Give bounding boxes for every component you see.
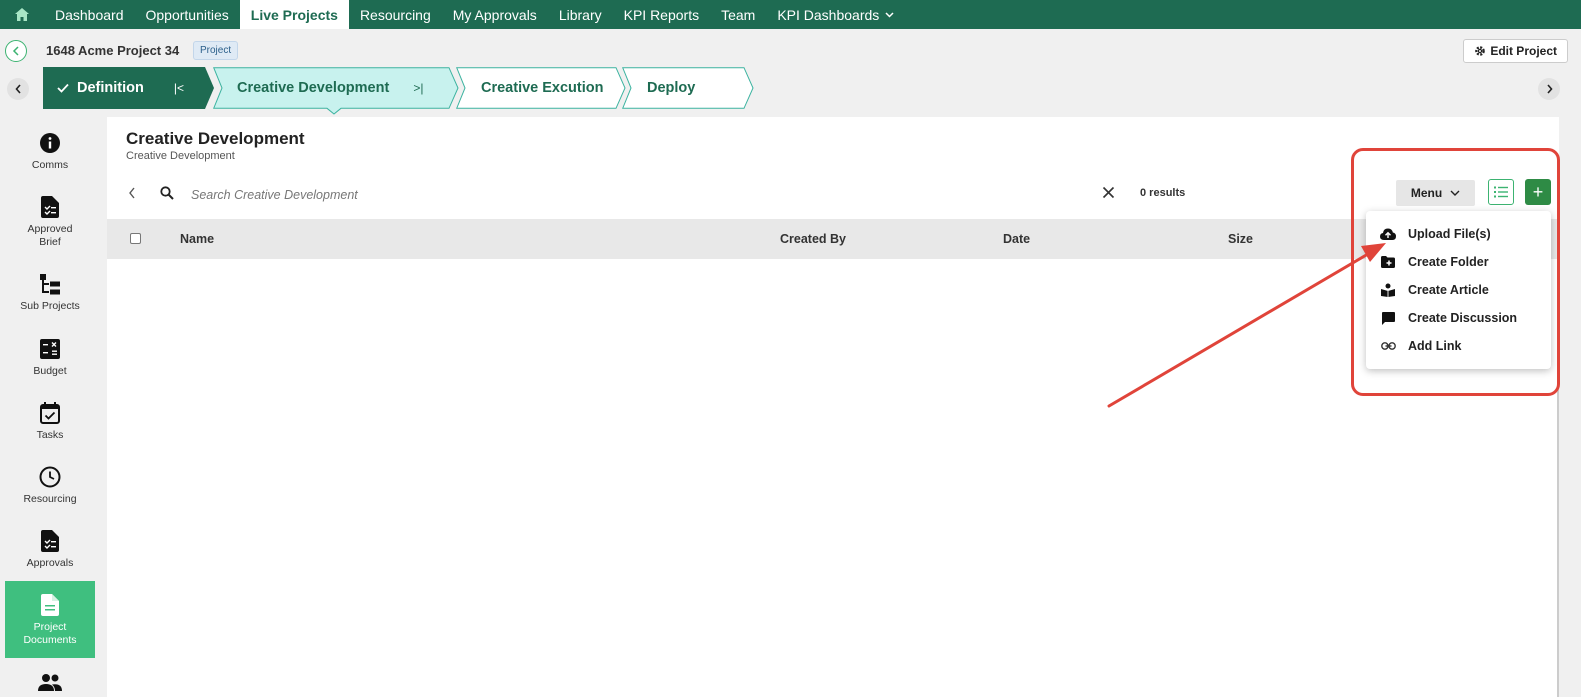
nav-kpi-dashboards-label: KPI Dashboards bbox=[777, 6, 880, 23]
sidebar-label: Project Documents bbox=[23, 621, 77, 646]
page-subtitle: Creative Development bbox=[126, 150, 235, 162]
sidebar-label: Tasks bbox=[36, 429, 64, 441]
nav-library[interactable]: Library bbox=[548, 0, 613, 29]
stage-creative-development[interactable]: Creative Development >| bbox=[213, 67, 460, 115]
nav-live-projects[interactable]: Live Projects bbox=[239, 0, 349, 29]
stage-definition[interactable]: Definition |< bbox=[43, 67, 215, 109]
chevron-right-icon bbox=[1546, 84, 1553, 94]
column-name[interactable]: Name bbox=[180, 232, 214, 246]
sidebar-item-approved-brief[interactable]: Approved Brief bbox=[5, 195, 95, 249]
stage-prev-button[interactable] bbox=[7, 78, 29, 100]
sidebar-item-sub-projects[interactable]: Sub Projects bbox=[5, 272, 95, 313]
nav-resourcing[interactable]: Resourcing bbox=[349, 0, 442, 29]
annotation-highlight-box bbox=[1351, 148, 1560, 396]
expand-right-icon[interactable]: >| bbox=[413, 81, 423, 95]
nav-team[interactable]: Team bbox=[710, 0, 766, 29]
sidebar-label: Comms bbox=[31, 159, 69, 171]
table-header: Name Created By Date Size bbox=[107, 219, 1559, 259]
approval-doc-icon bbox=[41, 529, 59, 553]
sidebar-item-tasks[interactable]: Tasks bbox=[5, 401, 95, 442]
stage-creative-excution[interactable]: Creative Excution bbox=[456, 67, 627, 109]
sidebar-item-project-documents[interactable]: Project Documents bbox=[5, 581, 95, 658]
chevron-left-icon[interactable] bbox=[128, 186, 136, 204]
nav-dashboard[interactable]: Dashboard bbox=[44, 0, 135, 29]
project-title: 1648 Acme Project 34 bbox=[46, 43, 180, 58]
sidebar-label: Approved Brief bbox=[27, 223, 73, 248]
project-badge: Project bbox=[193, 41, 239, 60]
sidebar-item-budget[interactable]: Budget bbox=[5, 337, 95, 378]
chevron-down-icon bbox=[885, 11, 894, 18]
stage-creative-development-label: Creative Development bbox=[237, 80, 390, 96]
column-size[interactable]: Size bbox=[1228, 232, 1253, 246]
nav-my-approvals[interactable]: My Approvals bbox=[442, 0, 548, 29]
stage-bar: Definition |< Creative Development >| Cr… bbox=[0, 67, 1581, 115]
search-toolbar: 0 results Menu + bbox=[107, 179, 1559, 211]
search-input[interactable] bbox=[191, 184, 691, 206]
results-count: 0 results bbox=[1140, 187, 1186, 199]
sidebar-item-approvals[interactable]: Approvals bbox=[5, 529, 95, 570]
nav-opportunities[interactable]: Opportunities bbox=[135, 0, 240, 29]
project-header: 1648 Acme Project 34 Project Edit Projec… bbox=[0, 29, 1581, 67]
left-sidebar: Comms Approved Brief Sub Projects Budget… bbox=[0, 117, 100, 697]
nav-kpi-reports[interactable]: KPI Reports bbox=[613, 0, 710, 29]
edit-project-label: Edit Project bbox=[1490, 44, 1557, 58]
page-title: Creative Development bbox=[126, 129, 305, 148]
brief-doc-icon bbox=[41, 195, 59, 219]
sidebar-label: Budget bbox=[33, 365, 67, 377]
clear-search-icon[interactable] bbox=[1102, 186, 1115, 204]
people-icon bbox=[38, 670, 62, 694]
search-icon bbox=[160, 186, 174, 205]
document-icon bbox=[41, 593, 59, 617]
tree-icon bbox=[39, 272, 61, 296]
check-icon bbox=[57, 83, 69, 93]
home-icon[interactable] bbox=[0, 0, 44, 29]
stage-creative-excution-label: Creative Excution bbox=[481, 80, 604, 96]
sidebar-item-team[interactable] bbox=[5, 670, 95, 697]
clock-icon bbox=[39, 465, 61, 489]
top-nav: Dashboard Opportunities Live Projects Re… bbox=[0, 0, 1581, 29]
sidebar-label: Resourcing bbox=[23, 493, 77, 505]
chevron-left-icon bbox=[14, 84, 21, 94]
gear-icon bbox=[1475, 46, 1486, 56]
collapse-left-icon[interactable]: |< bbox=[174, 81, 184, 95]
info-icon bbox=[39, 131, 61, 155]
main-panel: Creative Development Creative Developmen… bbox=[107, 117, 1559, 697]
sidebar-label: Sub Projects bbox=[20, 300, 80, 312]
chevron-left-icon bbox=[12, 46, 19, 56]
calendar-check-icon bbox=[40, 401, 60, 425]
back-button[interactable] bbox=[5, 40, 27, 62]
stage-deploy[interactable]: Deploy bbox=[622, 67, 755, 109]
nav-kpi-dashboards[interactable]: KPI Dashboards bbox=[766, 0, 905, 29]
edit-project-button[interactable]: Edit Project bbox=[1463, 39, 1568, 63]
sidebar-item-resourcing[interactable]: Resourcing bbox=[5, 465, 95, 506]
stage-deploy-label: Deploy bbox=[647, 80, 696, 96]
stage-definition-label: Definition bbox=[77, 80, 144, 96]
sidebar-item-comms[interactable]: Comms bbox=[5, 131, 95, 172]
column-created-by[interactable]: Created By bbox=[780, 232, 846, 246]
select-all-checkbox[interactable] bbox=[130, 233, 141, 244]
column-date[interactable]: Date bbox=[1003, 232, 1030, 246]
calculator-icon bbox=[40, 337, 60, 361]
stage-next-button[interactable] bbox=[1538, 78, 1560, 100]
sidebar-label: Approvals bbox=[26, 557, 74, 569]
